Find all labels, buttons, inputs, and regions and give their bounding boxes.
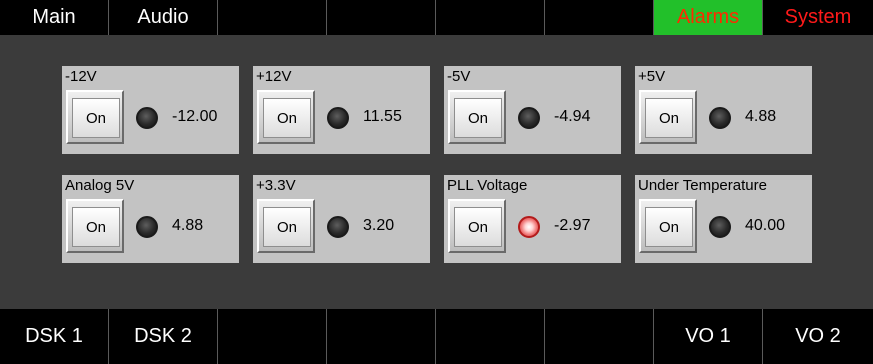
status-led-icon: [327, 107, 349, 129]
tab-main[interactable]: Main: [0, 0, 109, 35]
tab-alarms[interactable]: Alarms: [654, 0, 763, 35]
status-led-icon: [709, 107, 731, 129]
reading-value: 40.00: [745, 217, 786, 234]
on-button-label: On: [72, 98, 120, 138]
on-button-label: On: [645, 98, 693, 138]
panel-title: +12V: [256, 68, 292, 85]
tab-dsk-2[interactable]: DSK 2: [109, 309, 218, 364]
on-button-label: On: [454, 98, 502, 138]
on-button[interactable]: On: [448, 90, 506, 144]
tab-dsk-1[interactable]: DSK 1: [0, 309, 109, 364]
panel-minus-5v: -5V On -4.94: [444, 66, 621, 154]
tab-empty-5[interactable]: [218, 309, 327, 364]
tab-audio[interactable]: Audio: [109, 0, 218, 35]
tab-empty-4[interactable]: [545, 0, 654, 35]
panel-under-temperature: Under Temperature On 40.00: [635, 175, 812, 263]
tab-empty-1[interactable]: [218, 0, 327, 35]
status-led-icon: [136, 107, 158, 129]
reading-value: 3.20: [363, 217, 395, 234]
status-led-icon: [709, 216, 731, 238]
tab-vo-2[interactable]: VO 2: [763, 309, 873, 364]
tab-empty-2[interactable]: [327, 0, 436, 35]
panel-title: PLL Voltage: [447, 177, 528, 194]
on-button[interactable]: On: [448, 199, 506, 253]
on-button[interactable]: On: [66, 199, 124, 253]
panel-plus-12v: +12V On 11.55: [253, 66, 430, 154]
panel-minus-12v: -12V On -12.00: [62, 66, 239, 154]
reading-value: -4.94: [554, 108, 591, 125]
status-led-icon: [327, 216, 349, 238]
alarm-panel-area: -12V On -12.00 +12V On 11.55 -5V On -4.9…: [0, 35, 873, 309]
status-led-alarm-icon: [518, 216, 540, 238]
tab-system[interactable]: System: [763, 0, 873, 35]
panel-title: -12V: [65, 68, 97, 85]
panel-title: -5V: [447, 68, 471, 85]
bottom-tab-bar: DSK 1 DSK 2 VO 1 VO 2: [0, 309, 873, 364]
on-button[interactable]: On: [257, 90, 315, 144]
reading-value: 4.88: [172, 217, 204, 234]
on-button-label: On: [263, 98, 311, 138]
on-button[interactable]: On: [639, 199, 697, 253]
tab-empty-7[interactable]: [436, 309, 545, 364]
status-led-icon: [518, 107, 540, 129]
on-button-label: On: [263, 207, 311, 247]
on-button[interactable]: On: [257, 199, 315, 253]
panel-title: +5V: [638, 68, 666, 85]
panel-plus-3-3v: +3.3V On 3.20: [253, 175, 430, 263]
panel-title: Under Temperature: [638, 177, 767, 194]
tab-empty-3[interactable]: [436, 0, 545, 35]
panel-plus-5v: +5V On 4.88: [635, 66, 812, 154]
on-button[interactable]: On: [66, 90, 124, 144]
panel-pll-voltage: PLL Voltage On -2.97: [444, 175, 621, 263]
tab-empty-6[interactable]: [327, 309, 436, 364]
status-led-icon: [136, 216, 158, 238]
panel-title: Analog 5V: [65, 177, 135, 194]
on-button-label: On: [72, 207, 120, 247]
on-button-label: On: [454, 207, 502, 247]
tab-vo-1[interactable]: VO 1: [654, 309, 763, 364]
tab-empty-8[interactable]: [545, 309, 654, 364]
reading-value: -2.97: [554, 217, 591, 234]
on-button[interactable]: On: [639, 90, 697, 144]
reading-value: 4.88: [745, 108, 777, 125]
on-button-label: On: [645, 207, 693, 247]
reading-value: -12.00: [172, 108, 218, 125]
top-tab-bar: Main Audio Alarms System: [0, 0, 873, 35]
panel-title: +3.3V: [256, 177, 296, 194]
reading-value: 11.55: [363, 108, 402, 125]
panel-analog-5v: Analog 5V On 4.88: [62, 175, 239, 263]
